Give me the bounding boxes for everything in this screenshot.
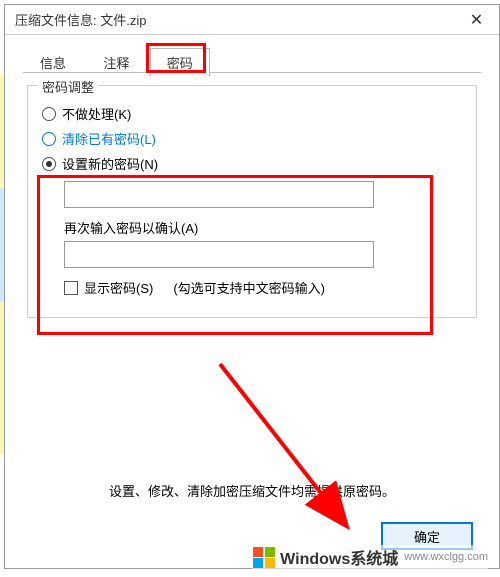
close-icon: ✕	[470, 10, 483, 30]
radio-set[interactable]: 设置新的密码(N)	[42, 154, 462, 173]
fieldset-legend: 密码调整	[38, 77, 98, 96]
tab-info[interactable]: 信息	[23, 48, 83, 77]
show-password-label: 显示密码(S)	[84, 278, 153, 297]
watermark: Windows系统城 www.wxclgg.com	[252, 545, 488, 569]
close-button[interactable]: ✕	[454, 5, 499, 35]
dialog-window: 压缩文件信息: 文件.zip ✕ 信息 注释 密码 密码调整 不做处理(K) 清…	[4, 4, 500, 569]
radio-icon	[42, 107, 56, 121]
content-area: 密码调整 不做处理(K) 清除已有密码(L) 设置新的密码(N) 再次输入密码以…	[27, 85, 477, 318]
password-inputs: 再次输入密码以确认(A) 显示密码(S) (勾选可支持中文密码输入)	[64, 181, 462, 297]
titlebar: 压缩文件信息: 文件.zip ✕	[5, 5, 499, 35]
tabs: 信息 注释 密码	[23, 47, 481, 73]
show-password-row[interactable]: 显示密码(S) (勾选可支持中文密码输入)	[64, 278, 462, 297]
radio-icon	[42, 132, 56, 146]
confirm-label: 再次输入密码以确认(A)	[64, 218, 462, 237]
watermark-text: Windows系统城	[280, 545, 398, 569]
tab-comment[interactable]: 注释	[86, 48, 146, 77]
radio-clear[interactable]: 清除已有密码(L)	[42, 129, 462, 148]
radio-none-label: 不做处理(K)	[62, 104, 131, 123]
radio-icon-checked	[42, 157, 56, 171]
radio-none[interactable]: 不做处理(K)	[42, 104, 462, 123]
radio-set-label: 设置新的密码(N)	[62, 154, 158, 173]
watermark-link: www.wxclgg.com	[404, 551, 488, 563]
cn-hint: (勾选可支持中文密码输入)	[173, 278, 325, 297]
confirm-password-input[interactable]	[64, 241, 374, 268]
new-password-input[interactable]	[64, 181, 374, 208]
ok-button-label: 确定	[414, 527, 440, 546]
windows-logo-icon	[252, 546, 276, 569]
bottom-hint: 设置、修改、清除加密压缩文件均需提供原密码。	[5, 481, 499, 500]
password-fieldset: 密码调整 不做处理(K) 清除已有密码(L) 设置新的密码(N) 再次输入密码以…	[27, 85, 477, 318]
window-title: 压缩文件信息: 文件.zip	[15, 10, 146, 29]
radio-clear-label: 清除已有密码(L)	[62, 129, 156, 148]
checkbox-icon	[64, 281, 78, 295]
tab-password[interactable]: 密码	[150, 48, 210, 77]
